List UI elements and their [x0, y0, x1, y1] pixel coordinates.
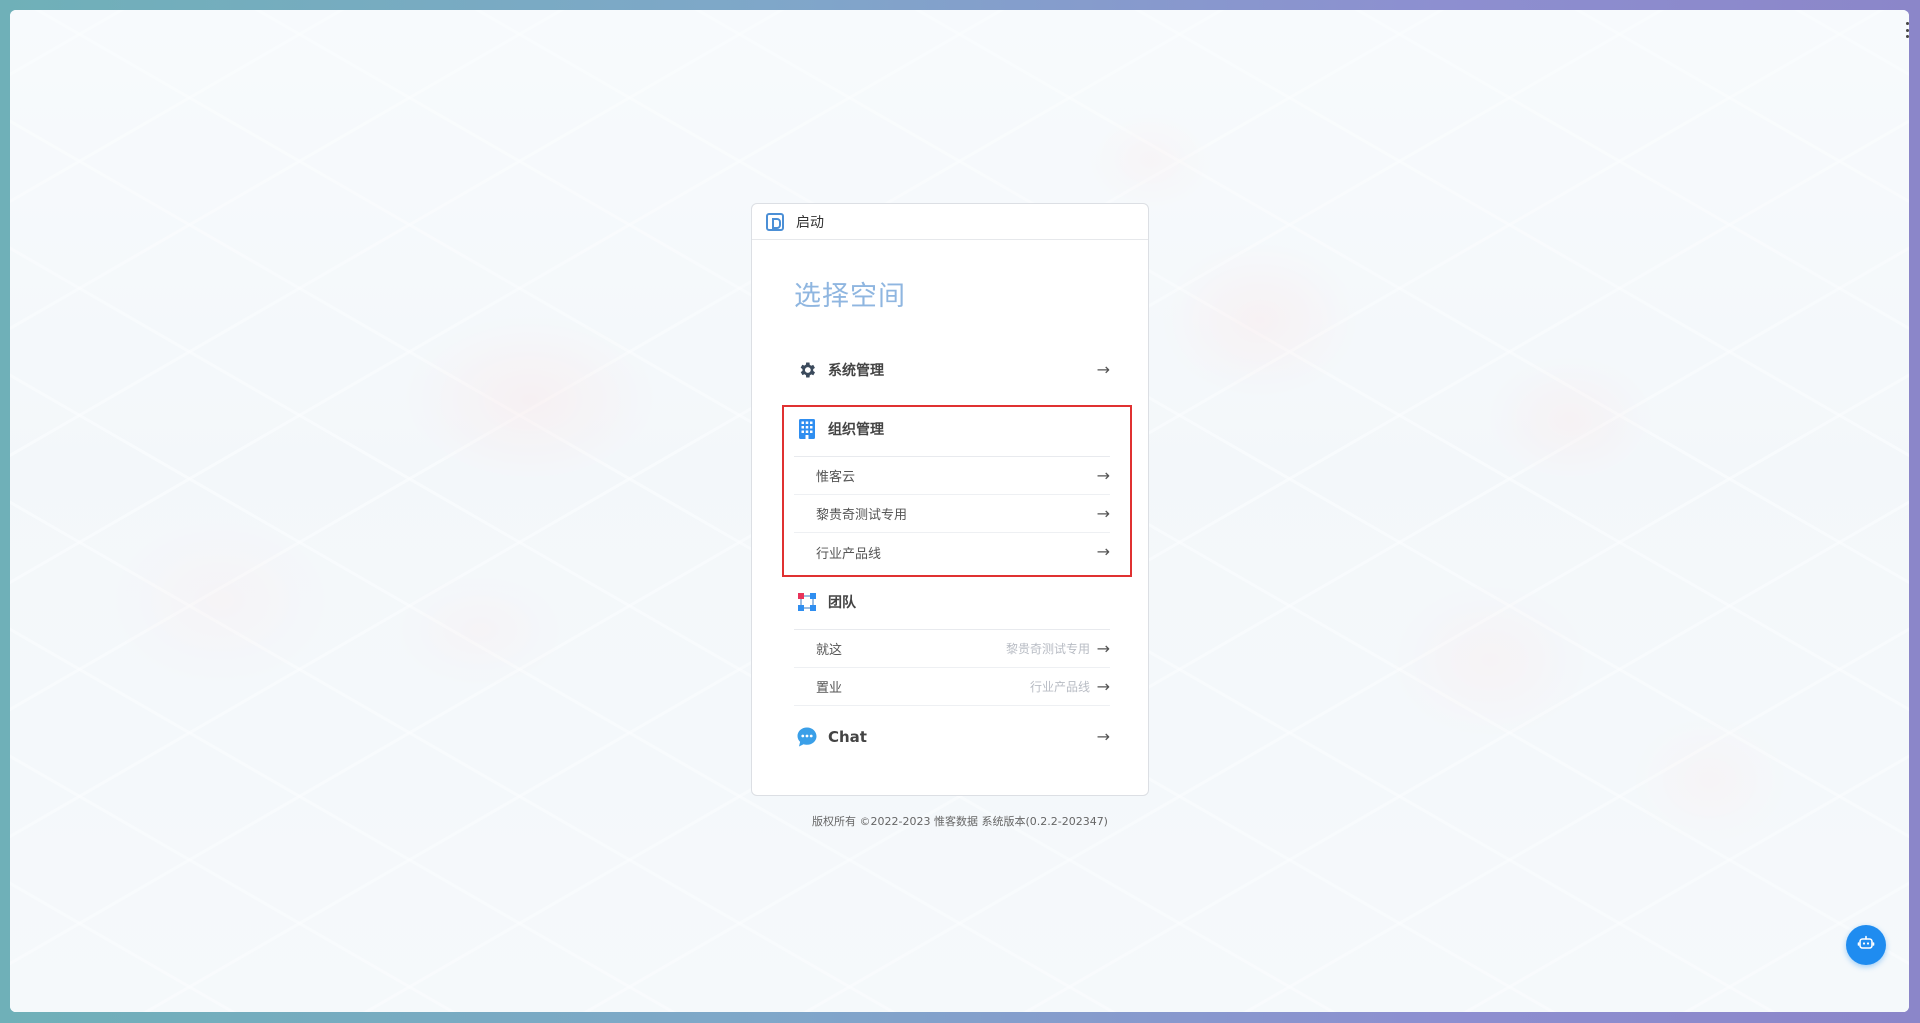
arrow-right-icon[interactable]: → — [1097, 362, 1110, 378]
section-org: 组织管理 — [794, 414, 1110, 444]
section-team: 团队 — [794, 587, 1110, 617]
org-item-label: 黎贵奇测试专用 — [816, 508, 908, 523]
team-item[interactable]: 置业 行业产品线 → — [794, 668, 1110, 706]
org-item[interactable]: 黎贵奇测试专用 → — [794, 495, 1110, 533]
space-selector-card: 启动 选择空间 系统管理 → 组织管理 惟客云 → 黎贵奇测试专用 → 行业产品… — [751, 203, 1149, 796]
arrow-right-icon[interactable]: → — [1097, 640, 1110, 657]
copyright-footer: 版权所有 ©2022-2023 惟客数据 系统版本(0.2.2-202347) — [812, 815, 1108, 828]
team-item-label: 就这 — [816, 643, 843, 658]
robot-icon — [1857, 934, 1875, 956]
team-item-org-hint: 行业产品线 — [1029, 680, 1090, 694]
org-item[interactable]: 惟客云 → — [794, 457, 1110, 495]
arrow-right-icon[interactable]: → — [1097, 544, 1110, 560]
page-title: 选择空间 — [794, 281, 906, 312]
window-menu-dots-icon[interactable] — [1906, 22, 1909, 38]
section-chat[interactable]: Chat → — [794, 722, 1110, 752]
org-item[interactable]: 行业产品线 → — [794, 533, 1110, 571]
section-team-label: 团队 — [828, 595, 856, 611]
team-item-label: 置业 — [816, 681, 843, 696]
arrow-right-icon[interactable]: → — [1097, 678, 1110, 695]
section-system[interactable]: 系统管理 → — [794, 355, 1110, 385]
gear-icon — [796, 359, 818, 381]
team-item-org-hint: 黎贵奇测试专用 — [1005, 642, 1090, 656]
section-chat-label: Chat — [828, 728, 867, 746]
assistant-fab-button[interactable] — [1846, 925, 1886, 965]
building-icon — [796, 418, 818, 440]
team-item[interactable]: 就这 黎贵奇测试专用 → — [794, 630, 1110, 668]
team-icon — [796, 591, 818, 613]
arrow-right-icon[interactable]: → — [1097, 467, 1110, 484]
section-system-label: 系统管理 — [828, 363, 884, 379]
app-logo-icon — [766, 212, 784, 231]
card-header: 启动 — [752, 204, 1148, 240]
org-item-label: 行业产品线 — [816, 546, 882, 562]
org-item-label: 惟客云 — [816, 470, 856, 485]
section-org-label: 组织管理 — [828, 422, 884, 438]
chat-bubble-icon — [796, 726, 818, 748]
arrow-right-icon[interactable]: → — [1097, 505, 1110, 522]
header-title: 启动 — [796, 214, 824, 231]
arrow-right-icon[interactable]: → — [1097, 729, 1110, 745]
